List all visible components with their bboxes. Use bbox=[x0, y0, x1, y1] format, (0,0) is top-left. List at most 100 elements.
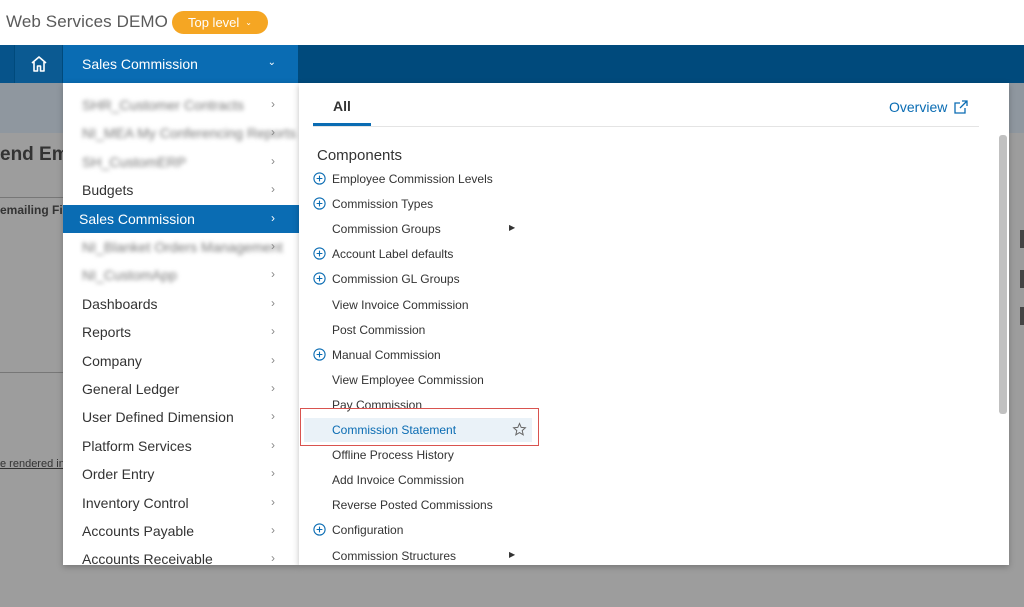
chevron-right-icon: › bbox=[271, 182, 275, 197]
component-item[interactable]: Commission GL Groups bbox=[313, 267, 533, 291]
component-item[interactable]: Commission Types bbox=[313, 192, 533, 216]
component-item[interactable]: Add Invoice Commission bbox=[313, 468, 533, 492]
background-edge-mark bbox=[1020, 270, 1024, 288]
chevron-right-icon: › bbox=[271, 409, 275, 424]
menu-item-label: Budgets bbox=[82, 182, 134, 199]
divider bbox=[0, 372, 63, 373]
component-item[interactable]: Commission Groups ▶ bbox=[313, 217, 533, 241]
component-item[interactable]: Manual Commission bbox=[313, 343, 533, 367]
chevron-down-icon: ⌄ bbox=[245, 18, 252, 27]
menu-item-label: NI_CustomApp bbox=[82, 267, 177, 284]
menu-item[interactable]: Order Entry › bbox=[63, 460, 299, 488]
menu-item-label: SHR_Customer Contracts bbox=[82, 97, 244, 113]
menu-item[interactable]: NI_CustomApp › bbox=[63, 261, 299, 289]
component-item[interactable]: Configuration bbox=[313, 518, 533, 542]
component-item-label: View Invoice Commission bbox=[332, 297, 469, 312]
chevron-right-icon: › bbox=[271, 352, 275, 367]
chevron-right-icon: › bbox=[271, 324, 275, 339]
external-link-icon bbox=[954, 100, 969, 114]
component-item[interactable]: Account Label defaults bbox=[313, 242, 533, 266]
module-selector-label: Sales Commission bbox=[82, 56, 198, 72]
chevron-right-icon: › bbox=[271, 239, 275, 253]
app-title: Web Services DEMO bbox=[6, 12, 168, 31]
chevron-right-icon: › bbox=[271, 153, 275, 168]
add-circle-icon[interactable] bbox=[313, 247, 326, 260]
component-item-label: Commission GL Groups bbox=[332, 272, 460, 287]
component-item[interactable]: Offline Process History bbox=[313, 443, 533, 467]
menu-item[interactable]: NI_Blanket Orders Management › bbox=[63, 233, 299, 261]
background-filter-text: emailing Fil bbox=[0, 203, 67, 217]
add-circle-icon[interactable] bbox=[313, 348, 326, 361]
background-edge-mark bbox=[1020, 307, 1024, 325]
level-selector-button[interactable]: Top level ⌄ bbox=[172, 11, 268, 34]
overview-label: Overview bbox=[889, 99, 948, 115]
add-circle-icon[interactable] bbox=[313, 272, 326, 286]
menu-item[interactable]: Company › bbox=[63, 347, 299, 375]
component-item[interactable]: View Employee Commission bbox=[313, 368, 533, 392]
menu-item[interactable]: Dashboards › bbox=[63, 290, 299, 318]
menu-item[interactable]: Sales Commission › bbox=[63, 204, 299, 233]
menu-item-label: User Defined Dimension bbox=[82, 409, 234, 426]
menu-item[interactable]: SH_CustomERP › bbox=[63, 148, 299, 176]
chevron-right-icon: › bbox=[271, 210, 275, 225]
menu-item[interactable]: NI_MEA My Conferencing Reports › bbox=[63, 119, 299, 147]
overview-link[interactable]: Overview bbox=[889, 99, 969, 115]
menu-item-label: SH_CustomERP bbox=[82, 153, 187, 170]
component-item-label: Post Commission bbox=[332, 322, 426, 337]
component-item-label: Offline Process History bbox=[332, 448, 454, 463]
component-item-label: Add Invoice Commission bbox=[332, 473, 465, 488]
menu-item-label: General Ledger bbox=[82, 381, 180, 397]
level-selector-label: Top level bbox=[187, 15, 240, 30]
component-item-label: Reverse Posted Commissions bbox=[332, 498, 493, 513]
component-item-label: Employee Commission Levels bbox=[332, 172, 493, 186]
menu-item-label: Accounts Payable bbox=[82, 523, 195, 539]
component-item[interactable]: Commission Structures ▶ bbox=[313, 544, 533, 566]
submenu-arrow-icon: ▶ bbox=[509, 223, 516, 233]
component-item[interactable]: Employee Commission Levels bbox=[313, 167, 533, 191]
add-circle-icon[interactable] bbox=[313, 197, 326, 210]
add-circle-icon[interactable] bbox=[313, 172, 326, 185]
menu-item[interactable]: Reports › bbox=[63, 318, 299, 346]
menu-item[interactable]: Inventory Control › bbox=[63, 489, 299, 517]
chevron-right-icon: › bbox=[271, 125, 275, 140]
title-bar: Web Services DEMO Top level ⌄ bbox=[0, 0, 1024, 45]
menu-item-label: Platform Services bbox=[82, 437, 192, 454]
component-item-label: Configuration bbox=[332, 523, 404, 538]
chevron-right-icon: › bbox=[271, 381, 275, 395]
tab-all[interactable]: All bbox=[313, 98, 371, 126]
background-edge-mark bbox=[1020, 230, 1024, 248]
components-panel: All Overview Components Employee Commiss… bbox=[299, 83, 1009, 565]
main-nav: Sales Commission ⌄ bbox=[0, 45, 1024, 83]
chevron-right-icon: › bbox=[271, 551, 275, 565]
menu-item[interactable]: General Ledger › bbox=[63, 375, 299, 403]
panel-scrollbar[interactable] bbox=[999, 135, 1007, 414]
home-button[interactable] bbox=[15, 45, 62, 83]
home-icon bbox=[30, 56, 47, 72]
divider bbox=[0, 197, 63, 198]
menu-item-label: Order Entry bbox=[82, 466, 155, 483]
menu-item-label: Inventory Control bbox=[82, 494, 189, 511]
menu-item[interactable]: Accounts Payable › bbox=[63, 517, 299, 545]
module-selector[interactable]: Sales Commission ⌄ bbox=[63, 45, 298, 83]
component-item-label: Commission Types bbox=[332, 197, 434, 212]
menu-item-label: NI_MEA My Conferencing Reports bbox=[82, 125, 296, 142]
section-title-components: Components bbox=[317, 147, 403, 164]
tabs-divider bbox=[313, 126, 979, 127]
nav-left-strip bbox=[0, 45, 14, 83]
menu-item-label: Sales Commission bbox=[79, 210, 195, 227]
chevron-right-icon: › bbox=[271, 267, 275, 282]
component-item[interactable]: View Invoice Commission bbox=[313, 293, 533, 317]
chevron-right-icon: › bbox=[271, 494, 275, 509]
component-item-label: Commission Structures bbox=[332, 548, 457, 563]
menu-item[interactable]: Platform Services › bbox=[63, 432, 299, 460]
menu-item[interactable]: SHR_Customer Contracts › bbox=[63, 91, 299, 119]
chevron-right-icon: › bbox=[271, 523, 275, 537]
component-item[interactable]: Post Commission bbox=[313, 318, 533, 342]
menu-item[interactable]: Accounts Receivable › bbox=[63, 545, 299, 565]
component-item-label: Manual Commission bbox=[332, 347, 441, 362]
add-circle-icon[interactable] bbox=[313, 523, 326, 537]
menu-item[interactable]: Budgets › bbox=[63, 176, 299, 204]
component-item[interactable]: Reverse Posted Commissions bbox=[313, 493, 533, 517]
menu-item[interactable]: User Defined Dimension › bbox=[63, 403, 299, 431]
background-heading: end Em bbox=[0, 144, 69, 165]
